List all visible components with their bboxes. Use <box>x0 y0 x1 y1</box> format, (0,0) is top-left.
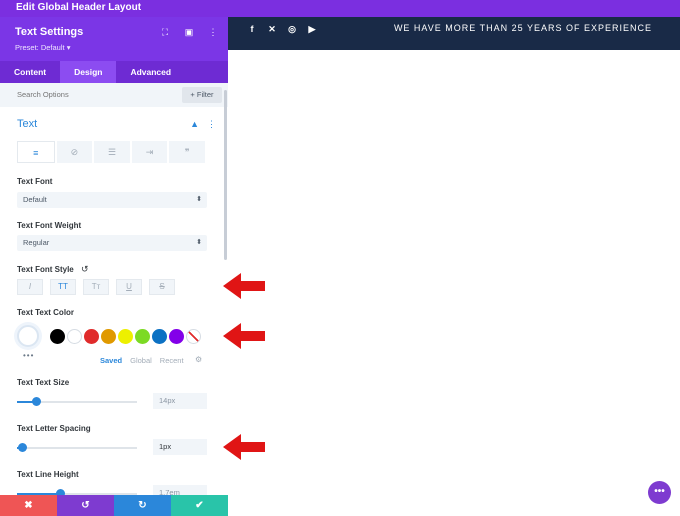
color-swatches <box>50 329 201 344</box>
letter-spacing-input[interactable]: 1px <box>153 439 207 455</box>
text-font-weight-label: Text Font Weight <box>17 221 82 230</box>
preset-dropdown[interactable]: Preset: Default ▾ <box>15 43 70 52</box>
instagram-icon[interactable]: ◎ <box>286 23 298 35</box>
gear-icon[interactable]: ⚙ <box>195 355 202 364</box>
save-button[interactable]: ✔ <box>171 495 228 516</box>
panel-title: Text Settings <box>15 26 84 38</box>
split-view-icon[interactable]: ▣ <box>184 27 194 38</box>
link-button[interactable]: ⊘ <box>56 141 93 163</box>
select-caret-icon: ⬍ <box>196 196 202 203</box>
color-picker-button[interactable] <box>17 325 39 347</box>
unordered-list-button[interactable]: ☰ <box>94 141 130 163</box>
color-tab-global[interactable]: Global <box>130 356 152 365</box>
section-menu-icon[interactable]: ⋮ <box>207 119 216 130</box>
letter-spacing-label: Text Letter Spacing <box>17 424 91 433</box>
line-height-label: Text Line Height <box>17 470 79 479</box>
swatch-green[interactable] <box>135 329 150 344</box>
section-title-text[interactable]: Text <box>17 118 37 130</box>
underline-button[interactable]: U <box>116 279 142 295</box>
tab-advanced[interactable]: Advanced <box>116 61 185 83</box>
swatch-purple[interactable] <box>169 329 184 344</box>
text-font-value: Default <box>23 195 47 204</box>
tab-design[interactable]: Design <box>60 61 117 83</box>
x-icon[interactable]: ✕ <box>266 23 278 35</box>
align-left-button[interactable]: ≡ <box>17 141 55 163</box>
panel-header: Text Settings Preset: Default ▾ ⛶ ▣ ⋮ <box>0 17 228 61</box>
header-tagline: WE HAVE MORE THAN 25 YEARS OF EXPERIENCE <box>393 23 652 33</box>
search-options-input[interactable] <box>17 90 157 99</box>
text-font-weight-value: Regular <box>23 238 50 247</box>
swatch-yellow[interactable] <box>118 329 133 344</box>
swatch-none[interactable] <box>186 329 201 344</box>
social-icons: f ✕ ◎ ▶ <box>246 23 318 35</box>
settings-panel: Text Settings Preset: Default ▾ ⛶ ▣ ⋮ Co… <box>0 17 228 516</box>
color-tab-saved[interactable]: Saved <box>100 356 122 365</box>
redo-button[interactable]: ↻ <box>114 495 171 516</box>
quote-button[interactable]: ❞ <box>169 141 205 163</box>
annotation-arrow-icon <box>223 273 265 299</box>
text-color-label: Text Text Color <box>17 308 75 317</box>
swatch-white[interactable] <box>67 329 82 344</box>
select-caret-icon: ⬍ <box>196 239 202 246</box>
text-size-label: Text Text Size <box>17 378 70 387</box>
text-font-weight-select[interactable]: Regular ⬍ <box>17 235 207 251</box>
text-alignment-group: ≡ ⊘ ☰ ⇥ ❞ <box>17 141 207 163</box>
panel-scrollbar[interactable] <box>224 90 227 260</box>
uppercase-button[interactable]: TT <box>50 279 76 295</box>
discard-button[interactable]: ✖ <box>0 495 57 516</box>
preview-header: f ✕ ◎ ▶ WE HAVE MORE THAN 25 YEARS OF EX… <box>228 17 680 50</box>
color-tab-recent[interactable]: Recent <box>160 356 184 365</box>
collapse-icon[interactable]: ▲ <box>190 119 199 130</box>
text-font-style-label: Text Font Style <box>17 265 74 274</box>
text-size-input[interactable]: 14px <box>153 393 207 409</box>
page-settings-button[interactable]: ••• <box>648 481 671 504</box>
more-colors-icon[interactable]: ••• <box>23 351 34 360</box>
letter-spacing-slider[interactable] <box>17 443 137 452</box>
italic-button[interactable]: I <box>17 279 43 295</box>
action-bar: ✖ ↺ ↻ ✔ <box>0 495 228 516</box>
annotation-arrow-icon <box>223 323 265 349</box>
window-title: Edit Global Header Layout <box>16 2 142 13</box>
capitalize-button[interactable]: Tт <box>83 279 109 295</box>
font-style-group: I TT Tт U S <box>17 279 175 295</box>
more-options-icon[interactable]: ⋮ <box>208 27 218 38</box>
text-font-label: Text Font <box>17 177 53 186</box>
swatch-red[interactable] <box>84 329 99 344</box>
swatch-black[interactable] <box>50 329 65 344</box>
expand-icon[interactable]: ⛶ <box>160 27 170 38</box>
annotation-arrow-icon <box>223 434 265 460</box>
swatch-orange[interactable] <box>101 329 116 344</box>
youtube-icon[interactable]: ▶ <box>306 23 318 35</box>
ordered-list-button[interactable]: ⇥ <box>131 141 168 163</box>
app-title-bar: Edit Global Header Layout <box>0 0 680 17</box>
filter-button[interactable]: + Filter <box>182 87 222 103</box>
strikethrough-button[interactable]: S <box>149 279 175 295</box>
slider-handle[interactable] <box>32 397 42 406</box>
swatch-blue[interactable] <box>152 329 167 344</box>
undo-button[interactable]: ↺ <box>57 495 114 516</box>
panel-tabs: Content Design Advanced <box>0 61 228 83</box>
facebook-icon[interactable]: f <box>246 23 258 35</box>
tab-content[interactable]: Content <box>0 61 60 83</box>
search-row: + Filter <box>0 83 228 107</box>
text-font-select[interactable]: Default ⬍ <box>17 192 207 208</box>
text-size-slider[interactable] <box>17 397 137 406</box>
slider-handle[interactable] <box>17 443 27 452</box>
reset-icon[interactable]: ↺ <box>81 264 89 275</box>
